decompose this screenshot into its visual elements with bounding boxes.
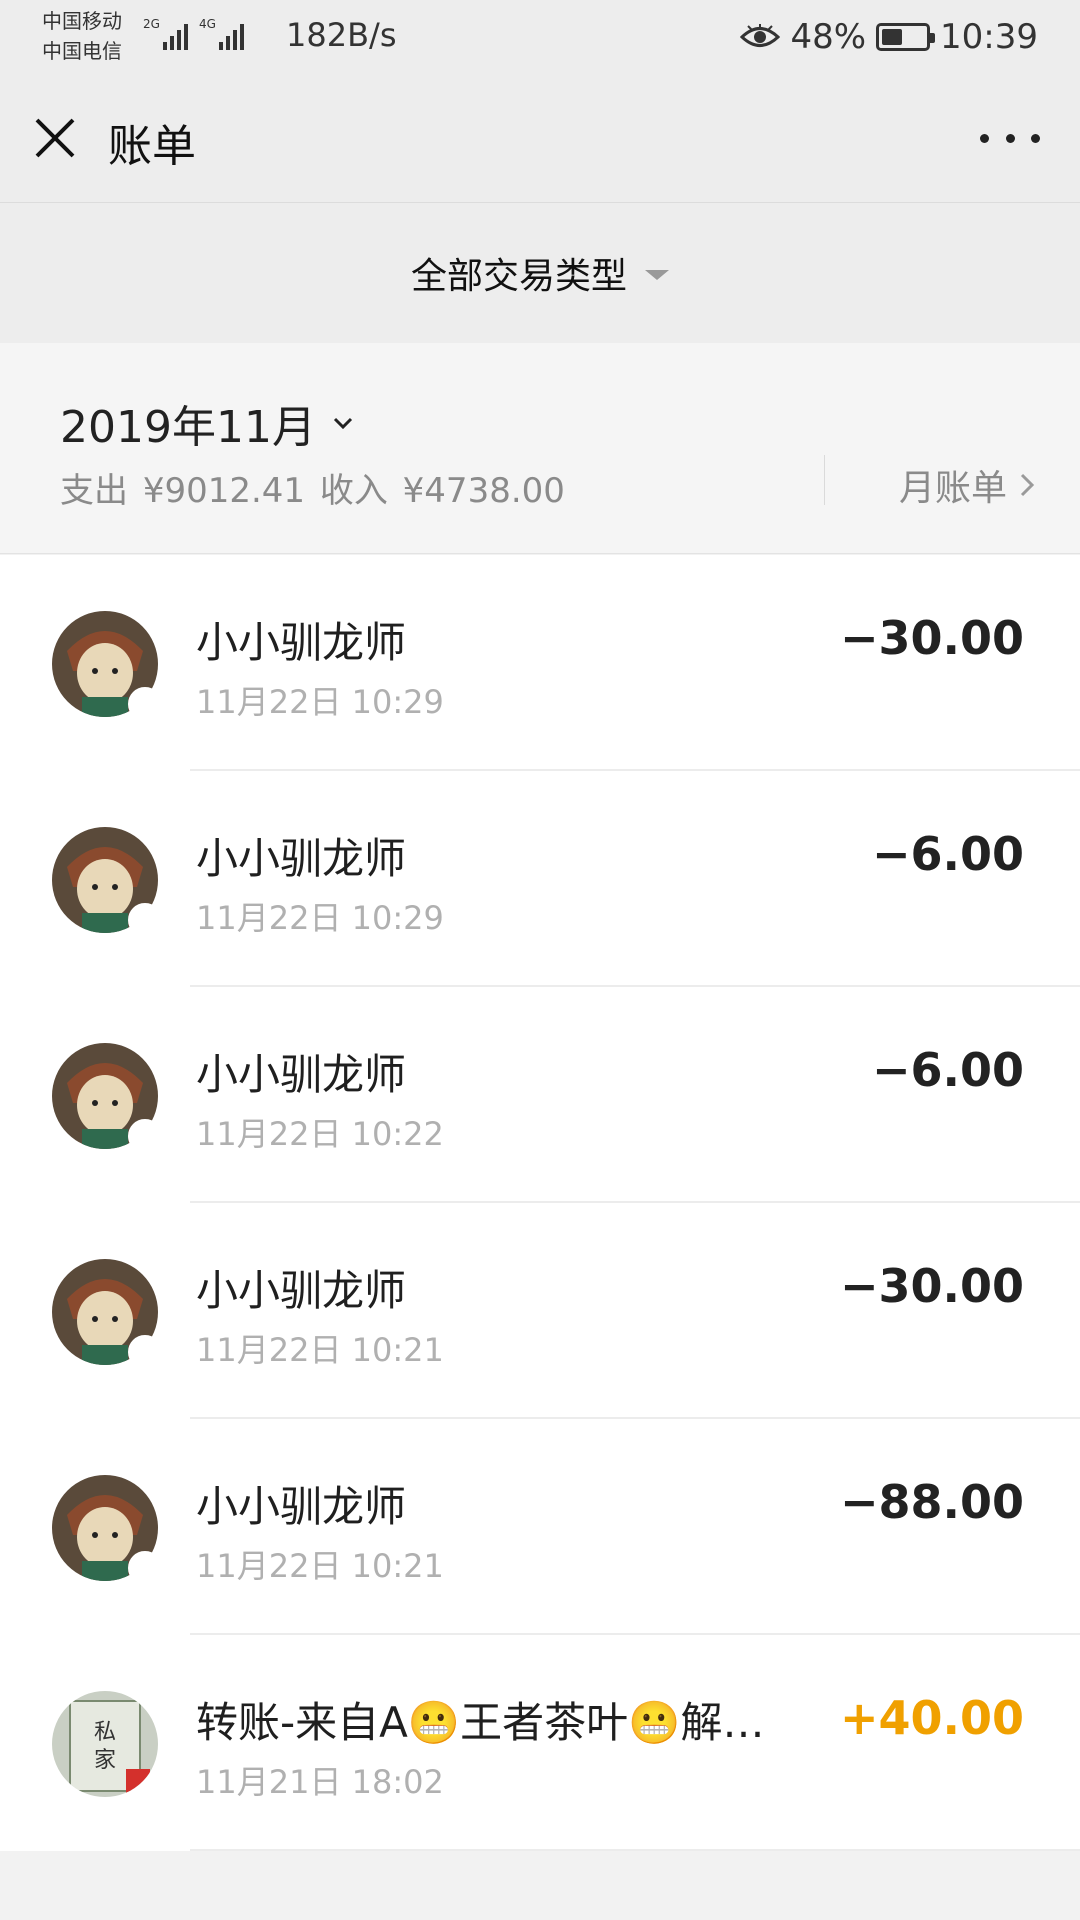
verified-badge-icon [128, 903, 162, 937]
transaction-time: 11月22日 10:21 [196, 1547, 444, 1585]
transaction-time: 11月22日 10:22 [196, 1115, 444, 1153]
network-type-1: 2G [143, 17, 160, 31]
transaction-type-filter[interactable]: 全部交易类型 [0, 203, 1080, 343]
transaction-name: 小小驯龙师 [196, 1050, 407, 1099]
battery-percent: 48% [790, 17, 867, 57]
avatar: 私 家 [52, 1691, 158, 1797]
expense-value: ¥9012.41 [142, 471, 306, 511]
page-title: 账单 [108, 121, 196, 172]
expense-label: 支出 [60, 471, 128, 511]
transaction-time: 11月22日 10:29 [196, 899, 444, 937]
chevron-right-icon [1020, 473, 1035, 497]
chevron-down-icon [333, 417, 353, 430]
income-label: 收入 [319, 471, 388, 511]
transaction-row[interactable]: 小小驯龙师 11月22日 10:22 −6.00 [0, 987, 1080, 1203]
nav-bar: 账单 [0, 76, 1080, 203]
dot-icon [980, 133, 989, 143]
transaction-name: 转账-来自A😬王者茶叶😬解… [196, 1698, 765, 1747]
battery-icon [876, 23, 936, 51]
month-header: 2019年11月 支出 ¥9012.41 收入 ¥4738.00 月账单 [0, 343, 1080, 554]
verified-badge-icon [128, 1119, 162, 1153]
status-time: 10:39 [940, 17, 1038, 57]
status-bar: 中国移动 中国电信 2G 4G 182B/s 48% 10:39 [0, 0, 1080, 76]
network-type-2: 4G [199, 17, 216, 31]
signal-icon: 2G 4G [143, 17, 244, 50]
transaction-list: 小小驯龙师 11月22日 10:29 −30.00 小小驯龙师 11月22日 1… [0, 555, 1080, 1851]
caret-down-icon [645, 270, 669, 280]
verified-badge-icon [128, 1551, 162, 1585]
status-right: 48% 10:39 [740, 12, 1038, 62]
monthly-bill-link[interactable]: 月账单 [899, 459, 1035, 511]
monthly-bill-label: 月账单 [898, 468, 1007, 509]
income-value: ¥4738.00 [402, 471, 565, 511]
transaction-name: 小小驯龙师 [196, 1266, 407, 1315]
svg-text:私: 私 [94, 1720, 116, 1745]
dot-icon [1031, 133, 1040, 143]
transaction-time: 11月22日 10:21 [196, 1331, 444, 1369]
transaction-row[interactable]: 小小驯龙师 11月22日 10:21 −30.00 [0, 1203, 1080, 1419]
eye-icon [740, 24, 781, 47]
transaction-amount: −6.00 [871, 827, 1024, 881]
verified-badge-icon [128, 687, 162, 721]
transaction-name: 小小驯龙师 [196, 618, 407, 667]
transaction-name: 小小驯龙师 [196, 834, 407, 883]
svg-text:家: 家 [94, 1748, 116, 1773]
close-icon[interactable] [30, 113, 80, 163]
transaction-amount: −88.00 [839, 1475, 1024, 1529]
verified-badge-icon [128, 1335, 162, 1369]
carrier-names: 中国移动 中国电信 [42, 6, 122, 66]
month-title: 2019年11月 [60, 402, 316, 453]
transaction-row[interactable]: 小小驯龙师 11月22日 10:21 −88.00 [0, 1419, 1080, 1635]
transaction-row[interactable]: 小小驯龙师 11月22日 10:29 −30.00 [0, 555, 1080, 771]
dot-icon [1005, 133, 1015, 143]
transaction-name: 小小驯龙师 [196, 1482, 407, 1531]
transaction-row[interactable]: 小小驯龙师 11月22日 10:29 −6.00 [0, 771, 1080, 987]
transaction-time: 11月21日 18:02 [196, 1763, 444, 1801]
transaction-row[interactable]: 私 家 转账-来自A😬王者茶叶😬解… 11月21日 18:02 +40.00 [0, 1635, 1080, 1851]
transaction-amount: −30.00 [839, 611, 1024, 665]
battery-level [882, 29, 903, 45]
month-selector[interactable]: 2019年11月 [60, 391, 354, 455]
divider [824, 455, 825, 505]
transaction-amount: +40.00 [839, 1691, 1024, 1745]
more-options-button[interactable] [980, 128, 1040, 148]
transaction-time: 11月22日 10:29 [196, 683, 444, 721]
filter-label: 全部交易类型 [410, 256, 627, 297]
month-summary: 支出 ¥9012.41 收入 ¥4738.00 [60, 463, 569, 512]
carrier-2: 中国电信 [42, 39, 122, 63]
carrier-1: 中国移动 [42, 9, 122, 33]
network-speed: 182B/s [286, 16, 397, 54]
transaction-amount: −6.00 [871, 1043, 1024, 1097]
transaction-amount: −30.00 [839, 1259, 1024, 1313]
